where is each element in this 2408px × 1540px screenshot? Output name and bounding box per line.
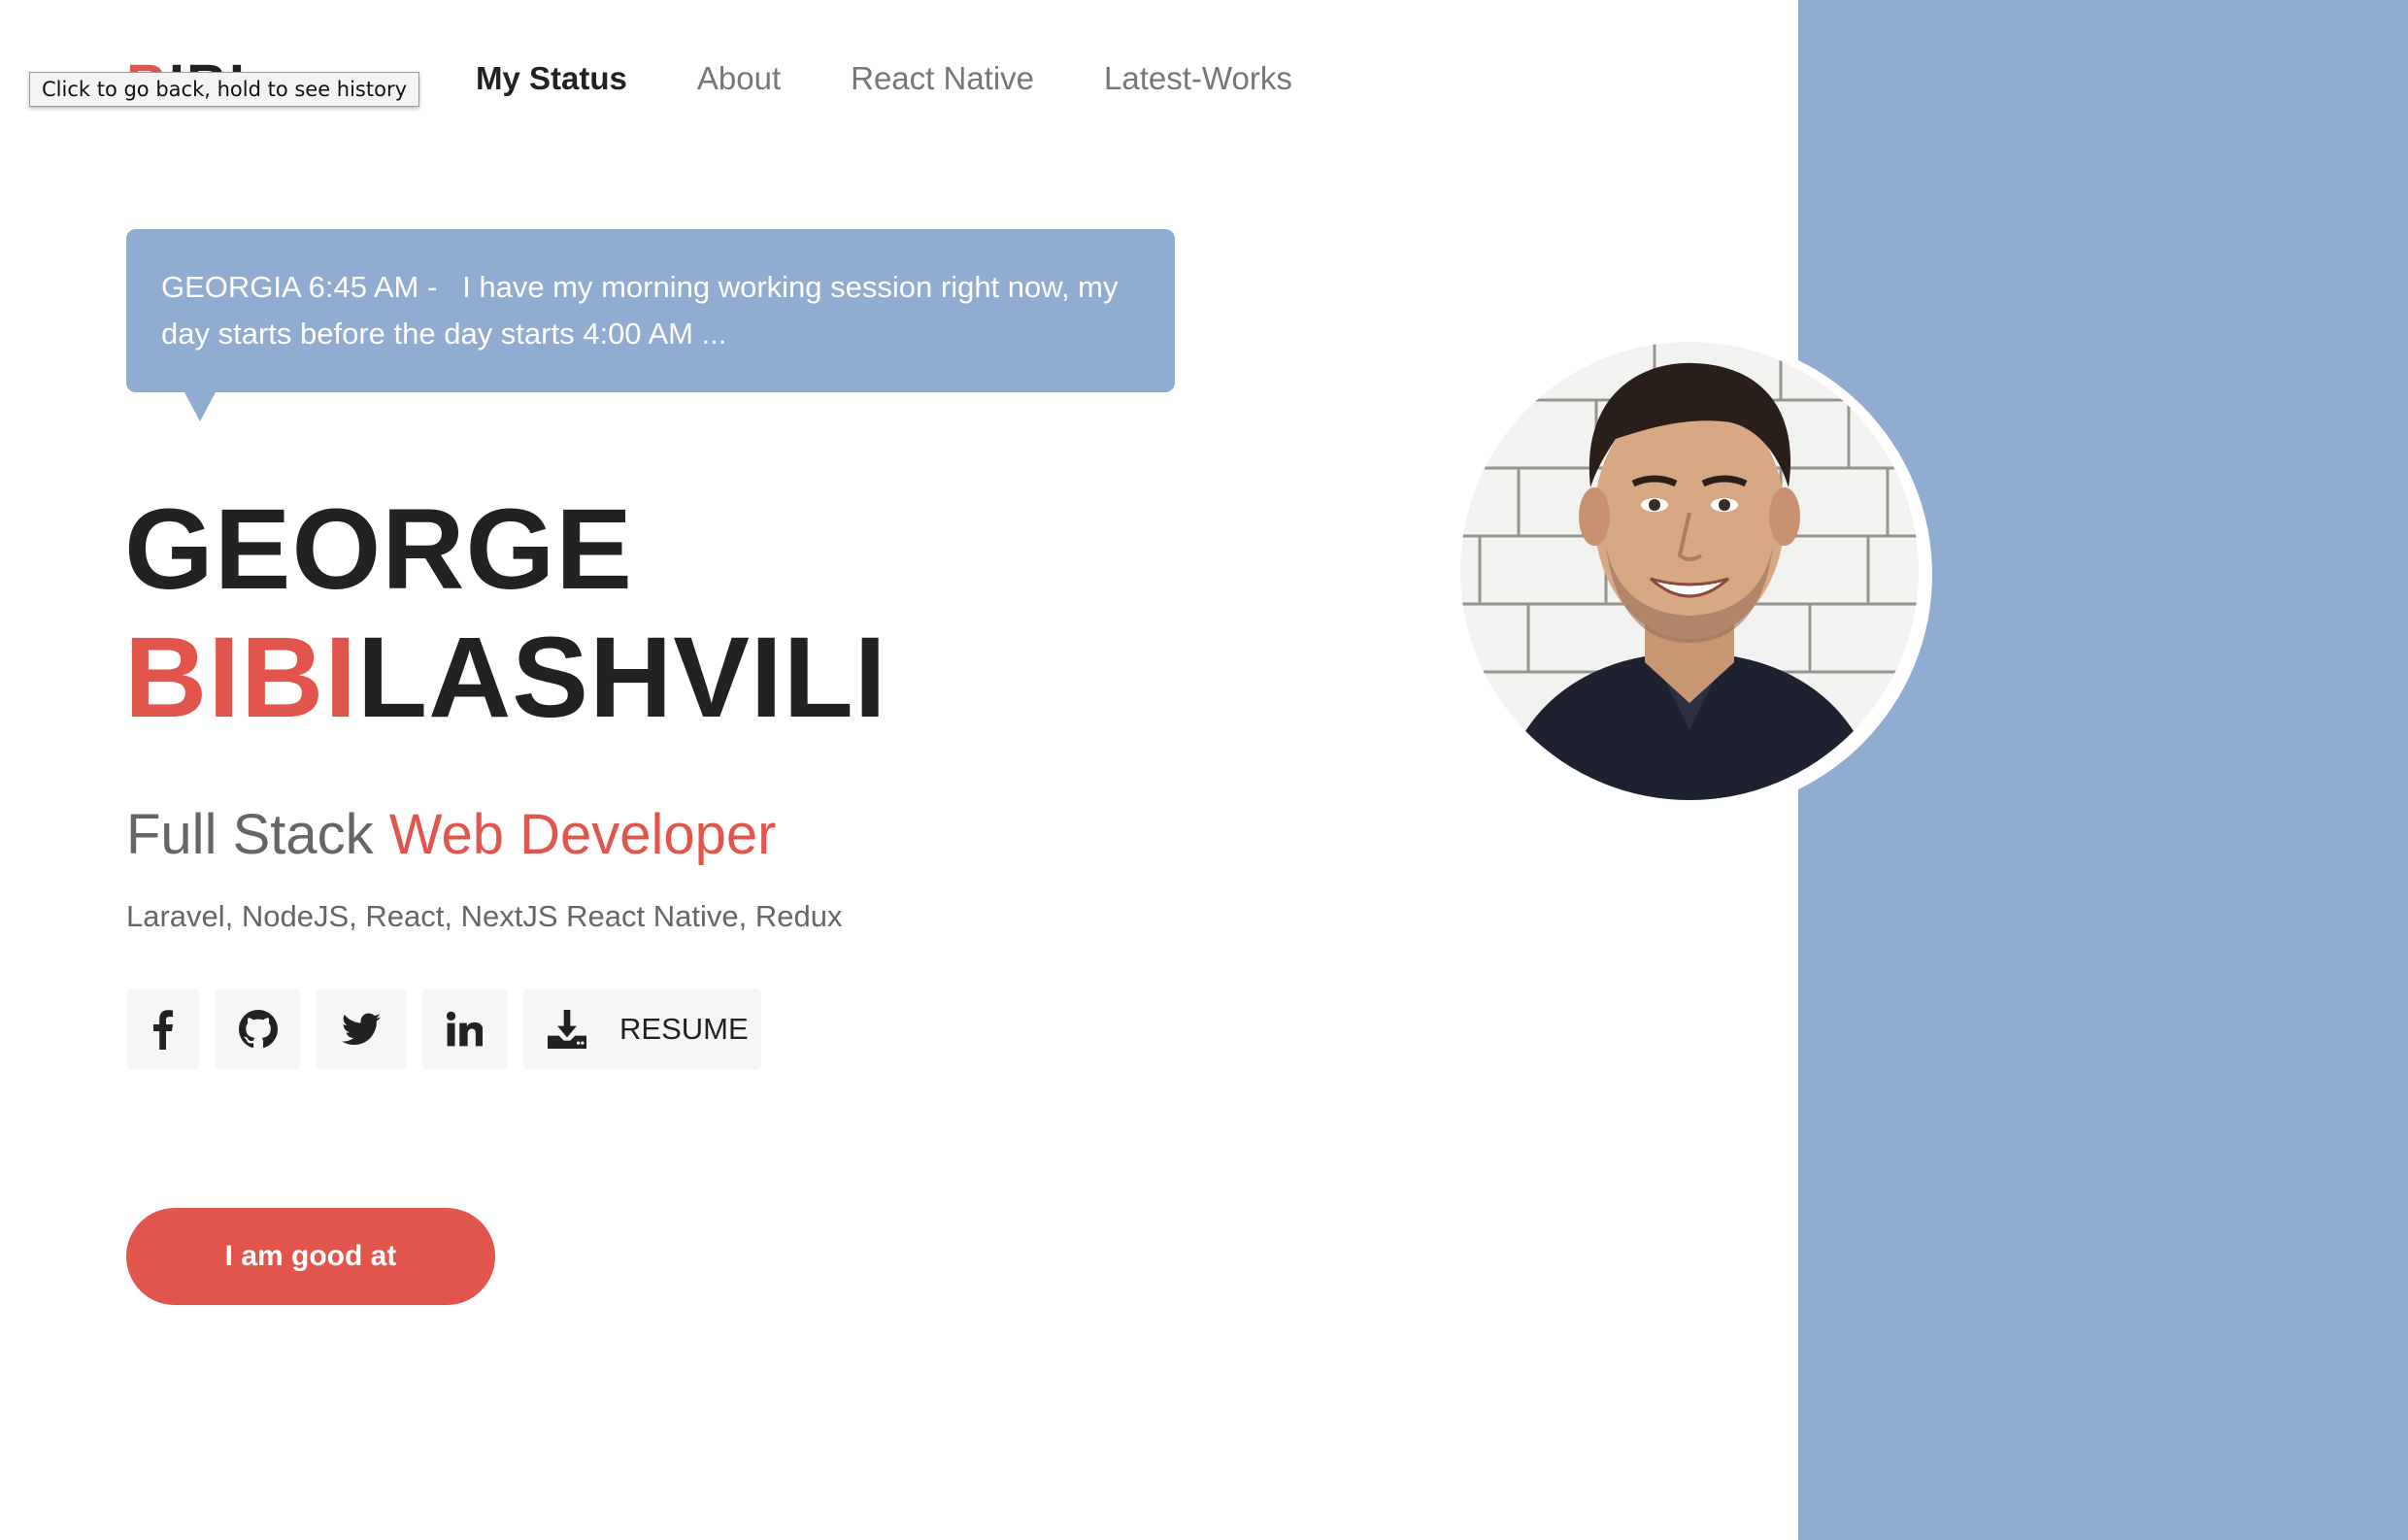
role-highlight: Web Developer [388, 803, 777, 866]
linkedin-icon [446, 1011, 483, 1048]
facebook-icon [152, 1009, 174, 1050]
avatar [1460, 342, 1919, 800]
twitter-button[interactable] [317, 988, 406, 1070]
page: BIBI My Status About React Native Latest… [0, 0, 2408, 1540]
hero-first-name: GEORGE [124, 485, 633, 614]
status-bubble: GEORGIA 6:45 AM - I have my morning work… [126, 229, 1175, 421]
hero-last-name-red: BIBI [124, 614, 357, 742]
role-plain: Full Stack [126, 803, 389, 866]
nav-about[interactable]: About [697, 60, 781, 97]
back-button-tooltip: Click to go back, hold to see history [29, 72, 420, 107]
github-button[interactable] [216, 988, 301, 1070]
skills-line: Laravel, NodeJS, React, NextJS React Nat… [126, 899, 843, 933]
status-line-1: GEORGIA 6:45 AM - I have my morning work… [161, 270, 1119, 304]
status-line-2: day starts before the day starts 4:00 AM… [161, 317, 727, 351]
hero-last-name: BIBILASHVILI [124, 614, 887, 742]
hero-last-name-rest: LASHVILI [357, 614, 887, 742]
hero-name: GEORGE BIBILASHVILI [124, 485, 887, 742]
twitter-icon [342, 1013, 381, 1046]
facebook-button[interactable] [126, 988, 200, 1070]
nav-latest-works[interactable]: Latest-Works [1104, 60, 1292, 97]
hero-role: Full Stack Web Developer [126, 802, 776, 867]
avatar-frame [1455, 336, 1932, 814]
resume-label: RESUME [619, 1012, 749, 1046]
social-links: RESUME [126, 988, 761, 1070]
main-nav: My Status About React Native Latest-Work… [476, 60, 1292, 97]
download-icon [548, 1010, 586, 1049]
i-am-good-at-button[interactable]: I am good at [126, 1208, 495, 1305]
resume-download-button[interactable]: RESUME [522, 988, 761, 1070]
side-panel [1798, 0, 2408, 1540]
nav-my-status[interactable]: My Status [476, 60, 627, 97]
nav-react-native[interactable]: React Native [851, 60, 1034, 97]
linkedin-button[interactable] [421, 988, 507, 1070]
github-icon [239, 1010, 278, 1049]
